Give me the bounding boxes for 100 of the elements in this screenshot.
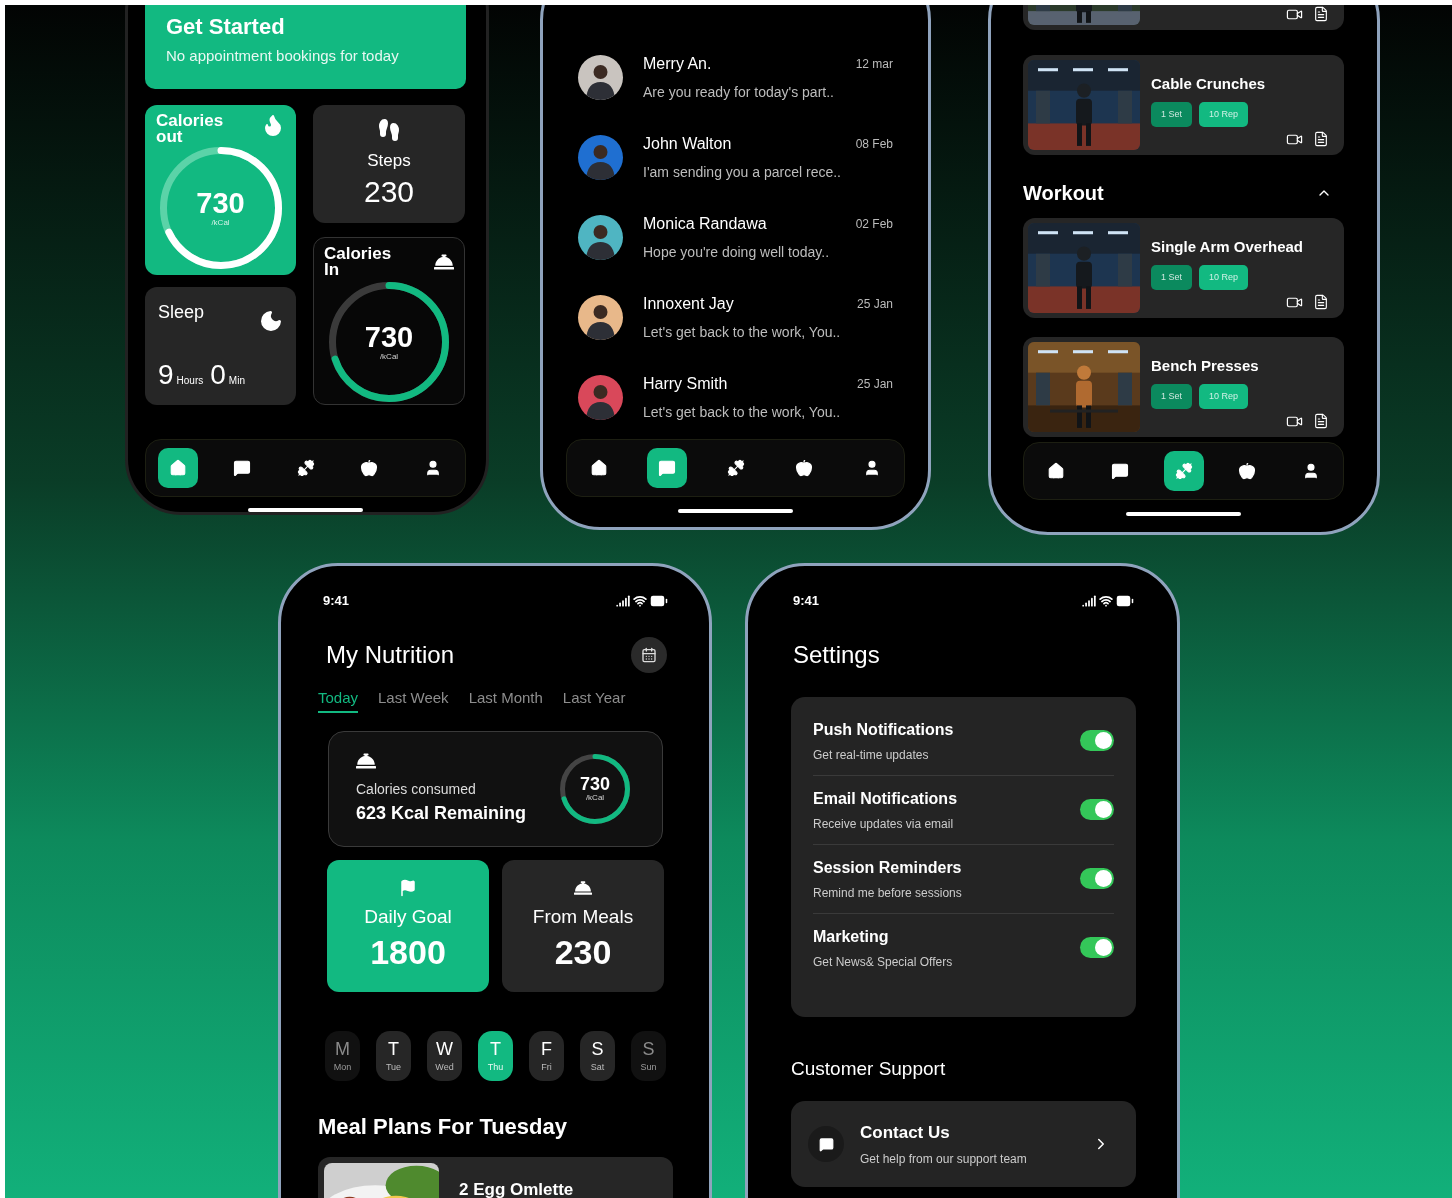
calendar-icon bbox=[641, 646, 657, 663]
sleep-hours: 9 bbox=[158, 361, 174, 389]
ring-value: 730 bbox=[364, 322, 414, 352]
progress-ring bbox=[560, 754, 630, 824]
setting-subtitle: Receive updates via email bbox=[813, 815, 955, 833]
period-tab[interactable]: Today bbox=[318, 686, 359, 713]
dumbbell-icon bbox=[726, 459, 745, 477]
toggle-switch[interactable] bbox=[1080, 868, 1114, 889]
cloche-icon bbox=[434, 252, 454, 272]
signal-icon bbox=[1082, 593, 1096, 608]
ring-unit: /kCal bbox=[211, 217, 230, 228]
exercise-tag: 10 Rep bbox=[1199, 264, 1249, 290]
exercise-tag: 10 Rep bbox=[1199, 383, 1249, 409]
setting-subtitle: Get real-time updates bbox=[813, 746, 930, 764]
day-chip[interactable]: F Fri bbox=[529, 1031, 564, 1081]
ring-value: 730 bbox=[579, 775, 610, 793]
exercise-title: Bench Presses bbox=[1151, 356, 1260, 376]
summary-label: Calories consumed bbox=[356, 780, 477, 799]
meal-card[interactable]: 2 Egg Omlette bbox=[318, 1157, 673, 1198]
toggle-switch[interactable] bbox=[1080, 937, 1114, 958]
setting-title: Marketing bbox=[813, 926, 890, 947]
goal-value: 230 bbox=[554, 932, 612, 973]
dumbbell-icon bbox=[1174, 462, 1193, 480]
contact-name: Monica Randawa bbox=[643, 213, 767, 234]
document-icon[interactable] bbox=[1313, 294, 1329, 310]
chat-list-item[interactable]: Harry Smith 25 Jan Let's get back to the work, You.. bbox=[566, 357, 905, 437]
calendar-button[interactable] bbox=[631, 636, 667, 673]
apple-icon bbox=[360, 459, 379, 477]
period-tab[interactable]: Last Month bbox=[468, 686, 543, 713]
day-chip[interactable]: S Sat bbox=[580, 1031, 615, 1081]
ring-unit: /kCal bbox=[379, 351, 399, 362]
contact-name: Harry Smith bbox=[643, 373, 728, 394]
period-tab[interactable]: Last Week bbox=[378, 686, 449, 713]
day-chip[interactable]: T Tue bbox=[376, 1031, 411, 1081]
document-icon[interactable] bbox=[1313, 131, 1329, 147]
card-title: Calories In bbox=[324, 246, 393, 278]
footprints-icon bbox=[377, 117, 401, 142]
apple-icon bbox=[1238, 462, 1257, 480]
home-icon bbox=[169, 459, 187, 477]
tab-bar-button[interactable] bbox=[647, 448, 688, 488]
tab-bar-button[interactable] bbox=[1163, 451, 1204, 491]
setting-title: Email Notifications bbox=[813, 788, 958, 809]
section-title: Workout bbox=[1023, 180, 1104, 206]
contact-name: Merry An. bbox=[643, 53, 712, 74]
toggle-switch[interactable] bbox=[1080, 730, 1114, 751]
goal-label: Daily Goal bbox=[364, 904, 452, 929]
status-time: 9:41 bbox=[793, 592, 820, 610]
wifi-icon bbox=[1099, 593, 1113, 608]
setting-subtitle: Get News& Special Offers bbox=[813, 953, 953, 971]
exercise-title: Cable Crunches bbox=[1151, 74, 1267, 94]
signal-icon bbox=[616, 593, 630, 608]
setting-title: Push Notifications bbox=[813, 719, 954, 740]
period-tab[interactable]: Last Year bbox=[562, 686, 626, 713]
section-title: Meal Plans For Tuesday bbox=[318, 1113, 568, 1141]
exercise-card[interactable]: Bench Presses 1 Set 10 Rep bbox=[1023, 337, 1344, 437]
sleep-minutes-unit: Min bbox=[228, 374, 245, 388]
chat-icon bbox=[658, 459, 677, 477]
chat-list-item[interactable]: Innoxent Jay 25 Jan Let's get back to the work, You.. bbox=[566, 277, 905, 357]
chat-list-item[interactable]: Merry An. 12 mar Are you ready for today's part.. bbox=[566, 37, 905, 117]
message-date: 25 Jan bbox=[856, 375, 893, 393]
message-date: 25 Jan bbox=[856, 295, 893, 313]
cloche-icon bbox=[356, 751, 376, 771]
meal-name: 2 Egg Omlette bbox=[459, 1179, 574, 1198]
section-title: Customer Support bbox=[791, 1056, 947, 1081]
message-date: 02 Feb bbox=[855, 215, 893, 233]
exercise-card[interactable]: Cable Crunches 1 Set 10 Rep bbox=[1023, 55, 1344, 155]
goal-label: From Meals bbox=[532, 904, 634, 929]
goal-value: 1800 bbox=[370, 932, 446, 973]
chat-icon bbox=[1110, 462, 1129, 480]
message-preview: Are you ready for today's part.. bbox=[643, 82, 835, 102]
chat-list-item[interactable]: Monica Randawa 02 Feb Hope you're doing well today.. bbox=[566, 197, 905, 277]
steps-value: 230 bbox=[363, 174, 415, 210]
support-item[interactable]: Contact Us Get help from our support team bbox=[791, 1101, 1136, 1187]
exercise-tag: 1 Set bbox=[1151, 264, 1192, 290]
exercise-card[interactable]: Single Arm Overhead 1 Set 10 Rep bbox=[1023, 218, 1344, 318]
banner-title: Get Started bbox=[166, 13, 286, 41]
support-subtitle: Get help from our support team bbox=[860, 1150, 1028, 1168]
card-title: Sleep bbox=[158, 301, 205, 324]
chat-icon bbox=[808, 1126, 844, 1162]
summary-remaining: 623 Kcal Remaining bbox=[356, 802, 527, 825]
message-date: 12 mar bbox=[855, 55, 893, 73]
setting-subtitle: Remind me before sessions bbox=[813, 884, 962, 902]
exercise-tag: 1 Set bbox=[1151, 101, 1192, 127]
ring-value: 730 bbox=[196, 188, 245, 218]
screen-title: Settings bbox=[792, 639, 881, 670]
document-icon[interactable] bbox=[1313, 413, 1329, 429]
moon-icon bbox=[259, 309, 283, 333]
toggle-switch[interactable] bbox=[1080, 799, 1114, 820]
document-icon[interactable] bbox=[1313, 6, 1329, 22]
contact-name: John Walton bbox=[643, 133, 732, 154]
contact-name: Innoxent Jay bbox=[643, 293, 734, 314]
chat-list-item[interactable]: John Walton 08 Feb I'am sending you a parcel rece.. bbox=[566, 117, 905, 197]
day-chip[interactable]: W Wed bbox=[427, 1031, 462, 1081]
sleep-minutes: 0 bbox=[210, 361, 226, 389]
message-preview: I'am sending you a parcel rece.. bbox=[643, 162, 842, 182]
support-title: Contact Us bbox=[860, 1122, 951, 1145]
tab-bar-button[interactable] bbox=[158, 448, 198, 488]
status-time: 9:41 bbox=[323, 592, 350, 610]
home-icon bbox=[590, 459, 608, 477]
wifi-icon bbox=[633, 593, 647, 608]
